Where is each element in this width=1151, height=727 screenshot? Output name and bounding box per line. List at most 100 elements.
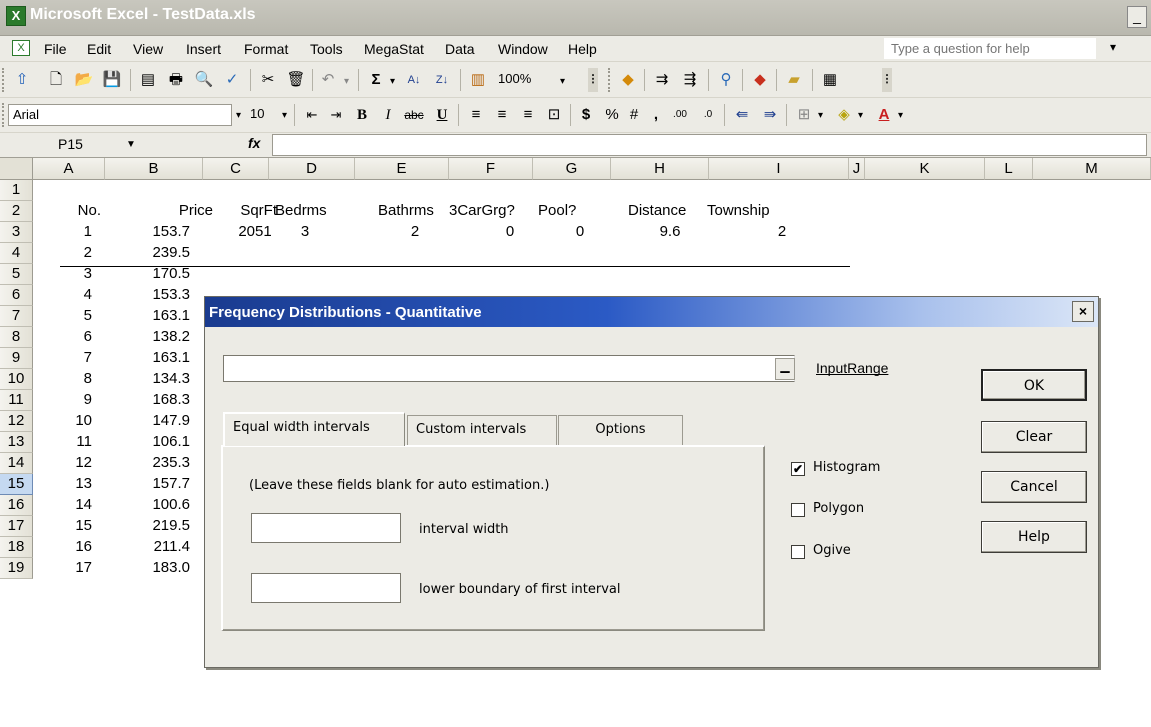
increase-indent-icon[interactable]: ⇥ <box>324 103 348 127</box>
autosum-dropdown-icon[interactable]: ▾ <box>390 76 395 87</box>
range-select-button[interactable]: ▁ <box>775 358 795 380</box>
tab-equal-width-intervals[interactable]: Equal width intervals <box>223 412 405 446</box>
row-header[interactable]: 13 <box>0 432 33 453</box>
audit-icon[interactable]: ⚲ <box>714 68 738 92</box>
strikethrough-icon[interactable]: abc <box>402 103 426 127</box>
table-cell[interactable]: 153.7 <box>130 222 190 243</box>
ok-button[interactable]: OK <box>981 369 1087 401</box>
table-cell[interactable]: 138.2 <box>130 327 190 348</box>
name-box-dropdown-icon[interactable]: ▼ <box>126 139 136 150</box>
table-cell[interactable]: 13 <box>32 474 92 495</box>
table-cell[interactable]: 183.0 <box>130 558 190 579</box>
error-check-icon[interactable]: ◆ <box>748 68 772 92</box>
menu-view[interactable]: View <box>133 41 163 57</box>
font-size-dropdown-icon[interactable]: ▾ <box>282 110 287 121</box>
fill-color-icon[interactable]: ◈ <box>832 103 856 127</box>
help-dropdown-icon[interactable]: ▾ <box>1110 40 1116 54</box>
header-cell[interactable]: Pool? <box>538 201 576 222</box>
table-cell[interactable]: 219.5 <box>130 516 190 537</box>
table-cell[interactable]: 0 <box>550 222 610 243</box>
histogram-checkbox[interactable]: ✔ <box>791 462 805 476</box>
increase-indent-block-icon[interactable]: ⇛ <box>758 103 782 127</box>
table-cell[interactable]: 168.3 <box>130 390 190 411</box>
menu-help[interactable]: Help <box>568 41 597 57</box>
row-header[interactable]: 8 <box>0 327 33 348</box>
insert-rows-icon[interactable]: ⇉ <box>650 68 674 92</box>
row-header[interactable]: 9 <box>0 348 33 369</box>
bold-icon[interactable]: B <box>350 103 374 127</box>
header-cell[interactable]: 3CarGrg? <box>449 201 515 222</box>
table-cell[interactable]: 15 <box>32 516 92 537</box>
column-header-f[interactable]: F <box>449 158 533 180</box>
help-button[interactable]: Help <box>981 521 1087 553</box>
row-header[interactable]: 17 <box>0 516 33 537</box>
decrease-decimal-icon[interactable]: .0 <box>696 103 720 127</box>
table-cell[interactable]: 163.1 <box>130 348 190 369</box>
column-header-b[interactable]: B <box>105 158 203 180</box>
column-header-k[interactable]: K <box>865 158 985 180</box>
row-header[interactable]: 11 <box>0 390 33 411</box>
table-cell[interactable]: 3 <box>275 222 335 243</box>
font-size-select[interactable]: 10 <box>246 104 282 126</box>
column-header-c[interactable]: C <box>203 158 269 180</box>
table-cell[interactable]: 9.6 <box>640 222 700 243</box>
table-cell[interactable]: 2 <box>32 243 92 264</box>
fill-color-dropdown-icon[interactable]: ▾ <box>858 110 863 121</box>
table-cell[interactable]: 100.6 <box>130 495 190 516</box>
polygon-label[interactable]: Polygon <box>813 501 864 516</box>
font-color-dropdown-icon[interactable]: ▾ <box>898 110 903 121</box>
percent-icon[interactable]: % <box>600 103 624 127</box>
table-cell[interactable]: 2 <box>385 222 445 243</box>
up-arrow-icon[interactable]: ⇧ <box>10 68 34 92</box>
merge-center-icon[interactable]: ⊡ <box>542 103 566 127</box>
align-right-icon[interactable]: ≡ <box>516 103 540 127</box>
menu-megastat[interactable]: MegaStat <box>364 41 424 57</box>
folder-icon[interactable]: ▰ <box>782 68 806 92</box>
row-header[interactable]: 18 <box>0 537 33 558</box>
zoom-select[interactable]: 100% <box>494 69 560 91</box>
increase-decimal-icon[interactable]: .00 <box>668 103 692 127</box>
print-icon[interactable]: 🖶 <box>164 68 188 92</box>
header-cell[interactable]: Bathrms <box>378 201 434 222</box>
form-icon[interactable]: ▦ <box>818 68 842 92</box>
help-search-input[interactable] <box>884 38 1096 59</box>
decrease-indent-icon[interactable]: ⇤ <box>300 103 324 127</box>
menu-file[interactable]: File <box>44 41 67 57</box>
insert-columns-icon[interactable]: ⇶ <box>678 68 702 92</box>
row-header[interactable]: 16 <box>0 495 33 516</box>
toolbar-grip[interactable] <box>2 68 5 92</box>
table-cell[interactable]: 7 <box>32 348 92 369</box>
currency-icon[interactable]: $ <box>574 103 598 127</box>
table-cell[interactable]: 8 <box>32 369 92 390</box>
table-cell[interactable]: 12 <box>32 453 92 474</box>
table-cell[interactable]: 147.9 <box>130 411 190 432</box>
cut-icon[interactable]: ✂ <box>256 68 280 92</box>
polygon-checkbox[interactable] <box>791 503 805 517</box>
spelling-icon[interactable]: ✓ <box>220 68 244 92</box>
header-cell[interactable]: SqrFt <box>240 201 277 222</box>
autosum-icon[interactable]: Σ <box>364 68 388 92</box>
column-header-a[interactable]: A <box>33 158 105 180</box>
table-cell[interactable]: 170.5 <box>130 264 190 285</box>
table-cell[interactable]: 106.1 <box>130 432 190 453</box>
header-cell[interactable]: Bedrms <box>275 201 327 222</box>
column-header-e[interactable]: E <box>355 158 449 180</box>
underline-icon[interactable]: U <box>430 103 454 127</box>
formula-input[interactable] <box>272 134 1147 156</box>
minimize-button[interactable]: _ <box>1127 6 1147 28</box>
table-cell[interactable]: 6 <box>32 327 92 348</box>
table-cell[interactable]: 17 <box>32 558 92 579</box>
menu-format[interactable]: Format <box>244 41 288 57</box>
table-cell[interactable]: 211.4 <box>130 537 190 558</box>
tab-options[interactable]: Options <box>558 415 683 445</box>
column-header-l[interactable]: L <box>985 158 1033 180</box>
permission-icon[interactable]: ▤ <box>136 68 160 92</box>
ogive-checkbox[interactable] <box>791 545 805 559</box>
row-header[interactable]: 12 <box>0 411 33 432</box>
table-cell[interactable]: 4 <box>32 285 92 306</box>
row-header[interactable]: 2 <box>0 201 33 222</box>
italic-icon[interactable]: I <box>376 103 400 127</box>
font-dropdown-icon[interactable]: ▾ <box>236 110 241 121</box>
table-cell[interactable]: 5 <box>32 306 92 327</box>
workbook-icon[interactable]: X <box>12 40 30 56</box>
